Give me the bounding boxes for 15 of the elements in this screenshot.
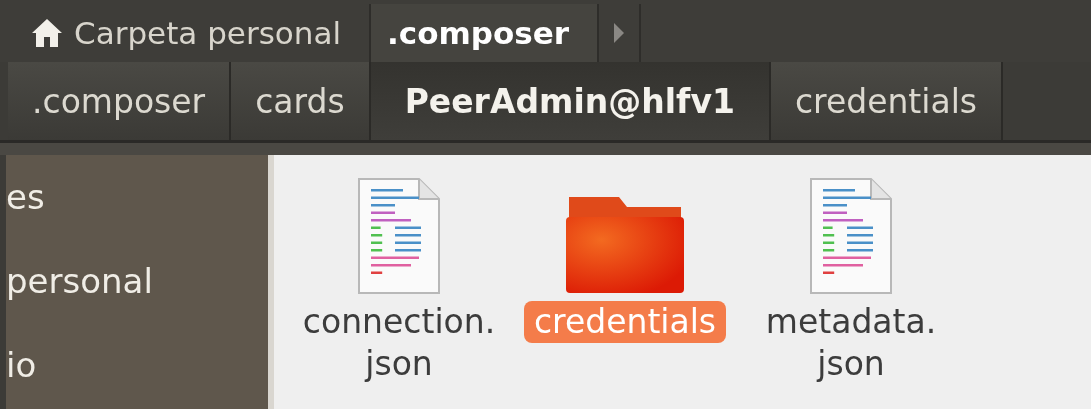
text-document-icon xyxy=(357,177,441,295)
path-bar-button[interactable]: .composer xyxy=(371,4,600,62)
scroll-right-icon[interactable] xyxy=(612,21,627,45)
breadcrumb-button[interactable]: cards xyxy=(231,62,371,140)
sidebar-item[interactable]: io xyxy=(6,343,268,387)
breadcrumb-button[interactable]: .composer xyxy=(8,62,232,140)
home-icon xyxy=(30,17,64,49)
file-name[interactable]: metadata. json xyxy=(755,301,947,385)
breadcrumb-button[interactable]: PeerAdmin@hlfv1 xyxy=(370,62,771,140)
file-name[interactable]: connection. json xyxy=(292,301,506,385)
sidebar-item[interactable]: personal xyxy=(6,259,268,303)
sidebar-item[interactable]: es xyxy=(6,175,268,219)
breadcrumb-button[interactable]: credentials xyxy=(770,62,1004,140)
text-document-icon xyxy=(809,177,893,295)
folder-icon xyxy=(563,195,687,295)
